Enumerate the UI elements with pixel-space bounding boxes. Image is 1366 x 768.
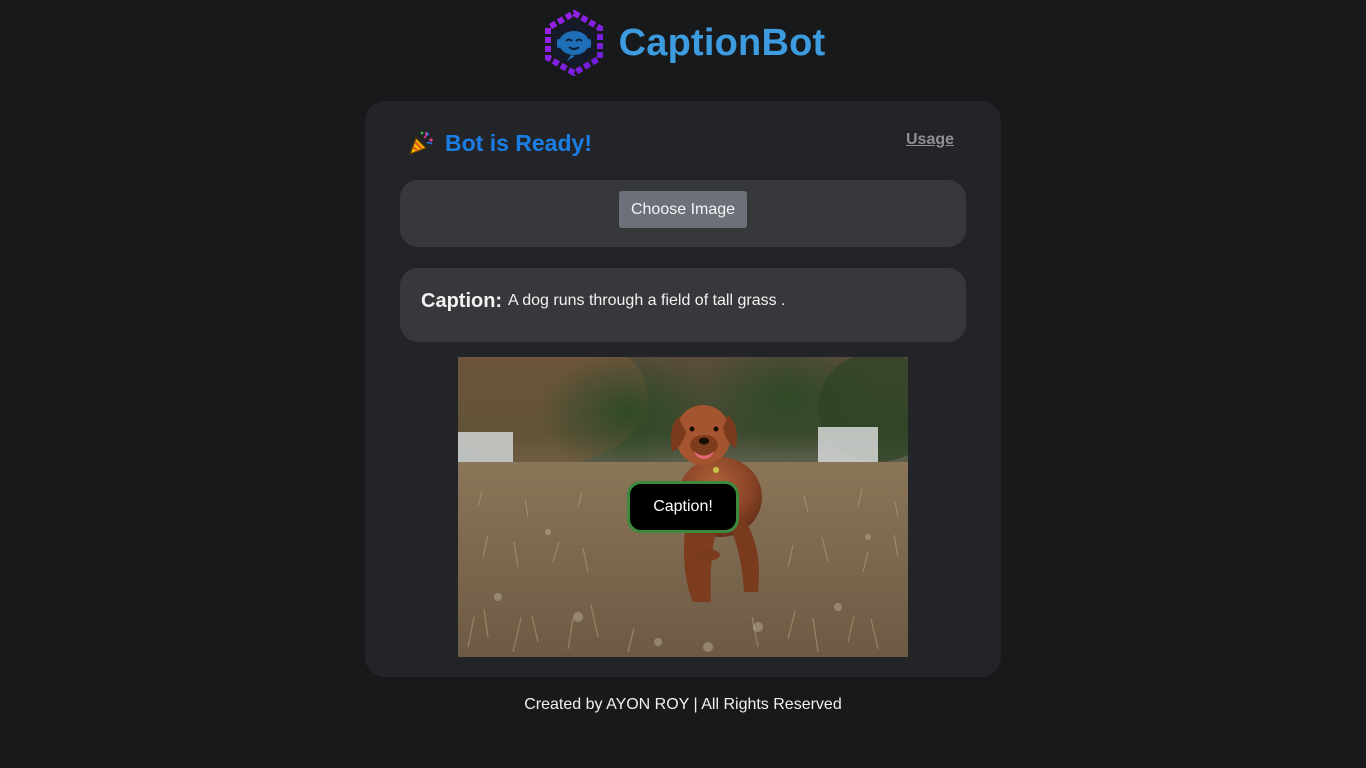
app-header: CaptionBot (0, 10, 1366, 76)
footer: Created by AYON ROY | All Rights Reserve… (524, 696, 842, 713)
party-popper-icon (408, 131, 433, 156)
caption-label: Caption: (421, 290, 503, 312)
robot-hexagon-icon (544, 10, 603, 76)
usage-link[interactable]: Usage (906, 131, 954, 149)
upload-panel: Choose Image (400, 180, 966, 247)
app-title: CaptionBot (618, 21, 826, 64)
status-text: Bot is Ready! (445, 129, 592, 156)
caption-panel: Caption: A dog runs through a field of t… (400, 268, 966, 342)
caption-text: A dog runs through a field of tall grass… (508, 292, 786, 309)
choose-image-button[interactable]: Choose Image (619, 191, 747, 228)
bot-status: Bot is Ready! (407, 129, 592, 157)
caption-button[interactable]: Caption! (627, 481, 739, 533)
main-card: Bot is Ready! Usage Choose Image Caption… (365, 101, 1001, 677)
